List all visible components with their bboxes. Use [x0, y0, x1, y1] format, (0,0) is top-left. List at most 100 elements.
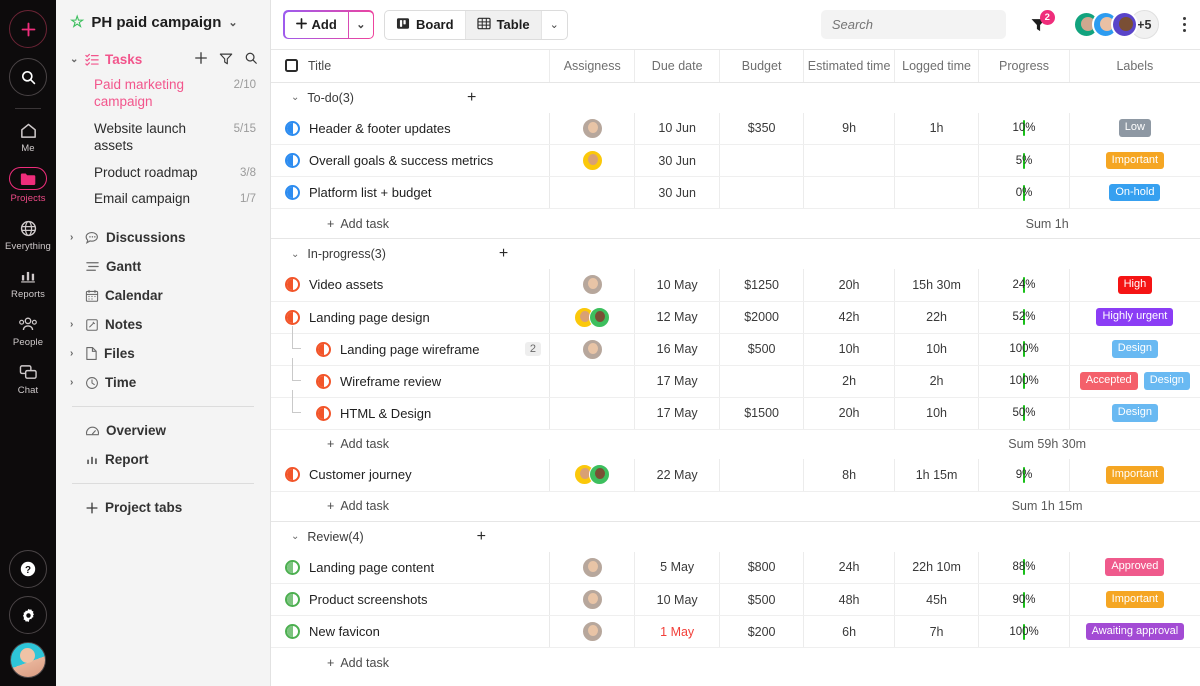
- table-row[interactable]: Platform list + budget30 Jun0%On-hold: [271, 177, 1200, 209]
- cell-labels[interactable]: AcceptedDesign: [1069, 365, 1200, 397]
- column-header-estimated-time[interactable]: Estimated time: [804, 50, 894, 82]
- cell-due-date[interactable]: 16 May: [635, 333, 719, 365]
- cell-progress[interactable]: 24%: [979, 269, 1069, 301]
- cell-progress[interactable]: 88%: [979, 552, 1069, 584]
- cell-progress[interactable]: 100%: [979, 333, 1069, 365]
- table-row[interactable]: Wireframe review17 May2h2h100%AcceptedDe…: [271, 365, 1200, 397]
- column-header-labels[interactable]: Labels: [1069, 50, 1200, 82]
- cell-title[interactable]: Video assets: [271, 269, 549, 301]
- sidebar-item-project-tabs[interactable]: Project tabs: [56, 493, 270, 522]
- cell-assigness[interactable]: [549, 584, 634, 616]
- task-status-icon[interactable]: [285, 592, 300, 607]
- cell-budget[interactable]: $2000: [719, 301, 803, 333]
- avatar[interactable]: [582, 621, 603, 642]
- cell-due-date[interactable]: 5 May: [635, 552, 719, 584]
- cell-progress[interactable]: 9%: [979, 459, 1069, 491]
- cell-title[interactable]: Landing page design: [271, 301, 549, 333]
- cell-logged-time[interactable]: 22h 10m: [894, 552, 978, 584]
- cell-progress[interactable]: 5%: [979, 145, 1069, 177]
- cell-due-date[interactable]: 1 May: [635, 616, 719, 648]
- cell-due-date[interactable]: 12 May: [635, 301, 719, 333]
- add-task-cell[interactable]: +Add task: [271, 209, 894, 239]
- chevron-down-icon[interactable]: ⌄: [291, 531, 299, 542]
- cell-labels[interactable]: Low: [1069, 113, 1200, 145]
- sidebar-task-list-paid-marketing-campaign[interactable]: Paid marketing campaign 2/10: [56, 72, 270, 116]
- cell-budget[interactable]: $350: [719, 113, 803, 145]
- chevron-down-icon[interactable]: ⌄: [291, 249, 299, 260]
- column-header-progress[interactable]: Progress: [979, 50, 1069, 82]
- add-to-group-icon[interactable]: +: [499, 246, 508, 262]
- table-row[interactable]: New favicon1 May$2006h7h100%Awaiting app…: [271, 616, 1200, 648]
- view-switcher-chevron-down-icon[interactable]: ⌄: [542, 11, 567, 39]
- sidebar-task-list-product-roadmap[interactable]: Product roadmap 3/8: [56, 160, 270, 187]
- group-header[interactable]: ⌄Review(4)+: [271, 522, 1200, 552]
- progress-bar[interactable]: 9%: [1023, 467, 1025, 483]
- filter-button[interactable]: 2: [1030, 17, 1047, 33]
- cell-due-date[interactable]: 17 May: [635, 365, 719, 397]
- add-task-cell[interactable]: +Add task: [271, 648, 894, 678]
- avatar[interactable]: [1111, 11, 1138, 38]
- table-row[interactable]: Landing page design12 May$200042h22h52%H…: [271, 301, 1200, 333]
- cell-due-date[interactable]: 22 May: [635, 459, 719, 491]
- sidebar-task-list-email-campaign[interactable]: Email campaign 1/7: [56, 186, 270, 213]
- chevron-down-icon[interactable]: ⌄: [228, 16, 237, 29]
- table-row[interactable]: Customer journey22 May8h1h 15m9%Importan…: [271, 459, 1200, 491]
- progress-bar[interactable]: 50%: [1023, 405, 1025, 421]
- cell-logged-time[interactable]: 1h: [894, 113, 978, 145]
- progress-bar[interactable]: 0%: [1023, 185, 1025, 201]
- avatar[interactable]: [582, 589, 603, 610]
- rail-item-everything[interactable]: Everything: [0, 217, 56, 252]
- add-task-cell[interactable]: +Add task: [271, 491, 894, 521]
- rail-item-people[interactable]: People: [0, 313, 56, 348]
- tab-board[interactable]: Board: [385, 11, 466, 39]
- search-input[interactable]: [832, 17, 995, 32]
- filter-icon[interactable]: [219, 52, 233, 68]
- cell-budget[interactable]: [719, 365, 803, 397]
- cell-estimated-time[interactable]: 20h: [804, 397, 894, 429]
- status-badge[interactable]: Important: [1106, 591, 1164, 609]
- cell-logged-time[interactable]: 15h 30m: [894, 269, 978, 301]
- status-badge[interactable]: Accepted: [1080, 372, 1138, 390]
- cell-logged-time[interactable]: 22h: [894, 301, 978, 333]
- cell-due-date[interactable]: 10 May: [635, 269, 719, 301]
- select-all-checkbox[interactable]: [285, 59, 298, 72]
- assignee-avatars[interactable]: [550, 150, 634, 171]
- sidebar-section-tasks[interactable]: ⌄ Tasks: [56, 47, 270, 72]
- progress-bar[interactable]: 5%: [1023, 153, 1025, 169]
- add-task-row[interactable]: +Add taskSum 1h 15m: [271, 491, 1200, 521]
- cell-title[interactable]: Landing page wireframe2: [271, 333, 549, 365]
- cell-due-date[interactable]: 30 Jun: [635, 177, 719, 209]
- table-row[interactable]: Header & footer updates10 Jun$3509h1h10%…: [271, 113, 1200, 145]
- table-row[interactable]: Overall goals & success metrics30 Jun5%I…: [271, 145, 1200, 177]
- cell-logged-time[interactable]: 7h: [894, 616, 978, 648]
- avatar[interactable]: [582, 118, 603, 139]
- avatar[interactable]: [582, 274, 603, 295]
- sidebar-item-notes[interactable]: › Notes: [56, 310, 270, 339]
- global-add-button[interactable]: [9, 10, 47, 48]
- assignee-avatars[interactable]: [550, 464, 634, 485]
- chevron-right-icon[interactable]: ›: [70, 348, 79, 359]
- cell-logged-time[interactable]: 10h: [894, 333, 978, 365]
- add-task-row[interactable]: +Add task: [271, 648, 1200, 678]
- cell-assigness[interactable]: [549, 113, 634, 145]
- cell-estimated-time[interactable]: 6h: [804, 616, 894, 648]
- progress-bar[interactable]: 100%: [1023, 341, 1025, 357]
- status-badge[interactable]: Important: [1106, 466, 1164, 484]
- cell-labels[interactable]: Awaiting approval: [1069, 616, 1200, 648]
- tab-table[interactable]: Table: [466, 11, 542, 39]
- cell-title[interactable]: Landing page content: [271, 552, 549, 584]
- cell-logged-time[interactable]: 1h 15m: [894, 459, 978, 491]
- add-task-row[interactable]: +Add taskSum 59h 30m: [271, 429, 1200, 459]
- status-badge[interactable]: Highly urgent: [1096, 308, 1173, 326]
- cell-progress[interactable]: 52%: [979, 301, 1069, 333]
- assignee-avatars[interactable]: [550, 118, 634, 139]
- cell-assigness[interactable]: [549, 145, 634, 177]
- cell-labels[interactable]: Important: [1069, 459, 1200, 491]
- search-box[interactable]: [821, 10, 1006, 39]
- avatar[interactable]: [589, 464, 610, 485]
- chevron-right-icon[interactable]: ›: [70, 377, 79, 388]
- cell-budget[interactable]: $500: [719, 584, 803, 616]
- cell-title[interactable]: New favicon: [271, 616, 549, 648]
- search-icon[interactable]: [244, 51, 258, 68]
- sidebar-item-time[interactable]: › Time: [56, 368, 270, 397]
